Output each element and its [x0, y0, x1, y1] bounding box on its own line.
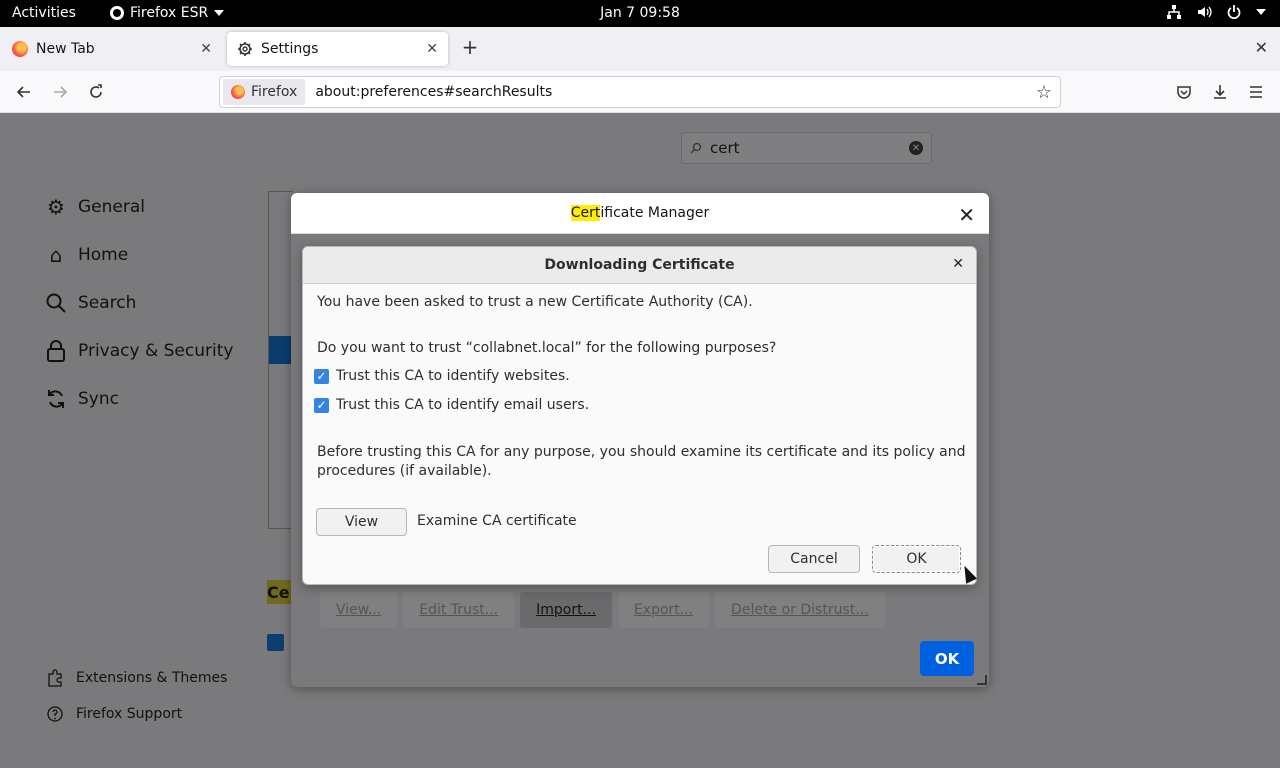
resize-grip[interactable] — [977, 675, 987, 685]
close-tab-icon[interactable]: ✕ — [200, 41, 212, 57]
category-home[interactable]: ⌂ Home — [44, 243, 129, 267]
category-label: Search — [78, 293, 137, 313]
reload-icon — [90, 84, 102, 98]
hamburger-menu-icon — [1250, 86, 1262, 98]
background-list-edge — [268, 191, 293, 529]
trust-email-checkbox-row[interactable]: ✓ Trust this CA to identify email users. — [314, 397, 589, 413]
category-label: General — [78, 197, 145, 217]
trust-websites-checkbox-row[interactable]: ✓ Trust this CA to identify websites. — [314, 368, 570, 384]
url-text[interactable]: about:preferences#searchResults — [315, 84, 1036, 100]
navigation-toolbar: Firefox about:preferences#searchResults … — [0, 71, 1280, 113]
firefox-favicon-icon — [12, 41, 28, 57]
close-window-icon[interactable]: ✕ — [1255, 38, 1268, 57]
delete-distrust-button[interactable]: Delete or Distrust... — [715, 592, 885, 628]
extensions-label: Extensions & Themes — [76, 670, 228, 686]
app-menu-button[interactable] — [1244, 80, 1268, 104]
forward-button[interactable] — [47, 79, 73, 105]
downloading-certificate-dialog: Downloading Certificate ✕ You have been … — [302, 246, 977, 585]
ok-button[interactable]: OK — [872, 545, 961, 573]
firefox-support-link[interactable]: Firefox Support — [46, 705, 182, 723]
puzzle-icon — [48, 669, 62, 687]
back-button[interactable] — [11, 79, 37, 105]
clear-search-icon[interactable]: ✕ — [909, 141, 923, 155]
help-icon — [47, 706, 63, 722]
cert-manager-ok-button[interactable]: OK — [920, 641, 974, 676]
gear-icon: ⚙ — [47, 195, 65, 219]
category-general[interactable]: ⚙ General — [44, 195, 145, 219]
selected-row — [269, 336, 293, 364]
category-search[interactable]: Search — [44, 291, 136, 315]
certificate-actions: View... Edit Trust... Import... Export..… — [320, 592, 885, 628]
background-checkbox — [267, 634, 284, 651]
category-sync[interactable]: Sync — [44, 387, 119, 411]
title-highlight: Cert — [570, 205, 601, 221]
category-privacy-security[interactable]: Privacy & Security — [44, 339, 233, 363]
url-bar[interactable]: Firefox about:preferences#searchResults … — [219, 76, 1061, 108]
trust-intro-text: You have been asked to trust a new Certi… — [317, 294, 753, 310]
examine-ca-label: Examine CA certificate — [417, 513, 577, 529]
certificate-manager-title: Cert ificate Manager — [291, 193, 989, 234]
system-top-bar: Activities Firefox ESR Jan 7 09:58 — [0, 0, 1280, 27]
volume-icon — [1198, 6, 1212, 18]
arrow-right-icon — [54, 86, 68, 98]
close-tab-icon[interactable]: ✕ — [426, 41, 438, 57]
search-value: cert — [710, 139, 740, 157]
identity-label: Firefox — [251, 84, 298, 100]
support-label: Firefox Support — [76, 706, 183, 722]
sync-icon — [44, 387, 68, 411]
edit-trust-button[interactable]: Edit Trust... — [403, 592, 515, 628]
title-rest: ificate Manager — [600, 205, 710, 221]
trust-websites-label: Trust this CA to identify websites. — [336, 368, 570, 384]
download-icon — [1214, 85, 1226, 99]
view-ca-button[interactable]: View — [316, 508, 407, 536]
category-label: Home — [78, 245, 129, 265]
pocket-icon — [1177, 86, 1191, 99]
examine-advice-line1: Before trusting this CA for any purpose,… — [317, 444, 966, 460]
arrow-left-icon — [16, 86, 30, 98]
trust-email-checkbox[interactable]: ✓ — [314, 397, 329, 413]
new-tab-button[interactable]: + — [460, 35, 480, 59]
extensions-themes-link[interactable]: Extensions & Themes — [46, 669, 227, 687]
reload-button[interactable] — [83, 79, 109, 105]
dialog-title: Downloading Certificate — [303, 247, 976, 284]
tab-strip: New Tab ✕ Settings ✕ + ✕ — [0, 27, 1280, 71]
examine-advice-line2: procedures (if available). — [317, 463, 492, 479]
close-dialog-icon[interactable]: ✕ — [958, 203, 975, 227]
power-icon — [1227, 5, 1241, 19]
network-icon — [1167, 5, 1181, 19]
trust-email-label: Trust this CA to identify email users. — [336, 397, 590, 413]
export-button[interactable]: Export... — [617, 592, 710, 628]
settings-search-input[interactable]: cert ✕ — [681, 132, 932, 164]
tab-new-tab[interactable]: New Tab ✕ — [2, 32, 222, 66]
tab-title: Settings — [261, 41, 319, 57]
close-dialog-icon[interactable]: ✕ — [952, 256, 964, 272]
import-button[interactable]: Import... — [520, 592, 612, 628]
view-cert-button[interactable]: View... — [320, 592, 398, 628]
partial-heading: Ce — [267, 580, 291, 604]
category-label: Privacy & Security — [78, 341, 234, 361]
trust-websites-checkbox[interactable]: ✓ — [314, 368, 329, 384]
search-icon — [44, 291, 68, 315]
downloads-button[interactable] — [1208, 80, 1232, 104]
cancel-button[interactable]: Cancel — [768, 545, 860, 573]
system-tray[interactable] — [1166, 4, 1266, 20]
gear-icon — [238, 42, 252, 56]
tab-title: New Tab — [36, 41, 95, 57]
lock-icon — [44, 339, 68, 363]
chevron-down-icon — [1256, 9, 1266, 15]
pocket-button[interactable] — [1172, 80, 1196, 104]
home-icon: ⌂ — [49, 243, 63, 267]
bookmark-star-icon[interactable]: ☆ — [1036, 82, 1052, 103]
tab-settings[interactable]: Settings ✕ — [227, 32, 448, 66]
search-icon — [690, 142, 702, 154]
identity-box[interactable]: Firefox — [223, 79, 306, 105]
firefox-favicon-icon — [231, 85, 245, 99]
clock[interactable]: Jan 7 09:58 — [0, 5, 1280, 21]
examine-advice-text: Before trusting this CA for any purpose,… — [317, 443, 966, 481]
trust-question-text: Do you want to trust “collabnet.local” f… — [317, 340, 777, 356]
category-label: Sync — [78, 389, 119, 409]
